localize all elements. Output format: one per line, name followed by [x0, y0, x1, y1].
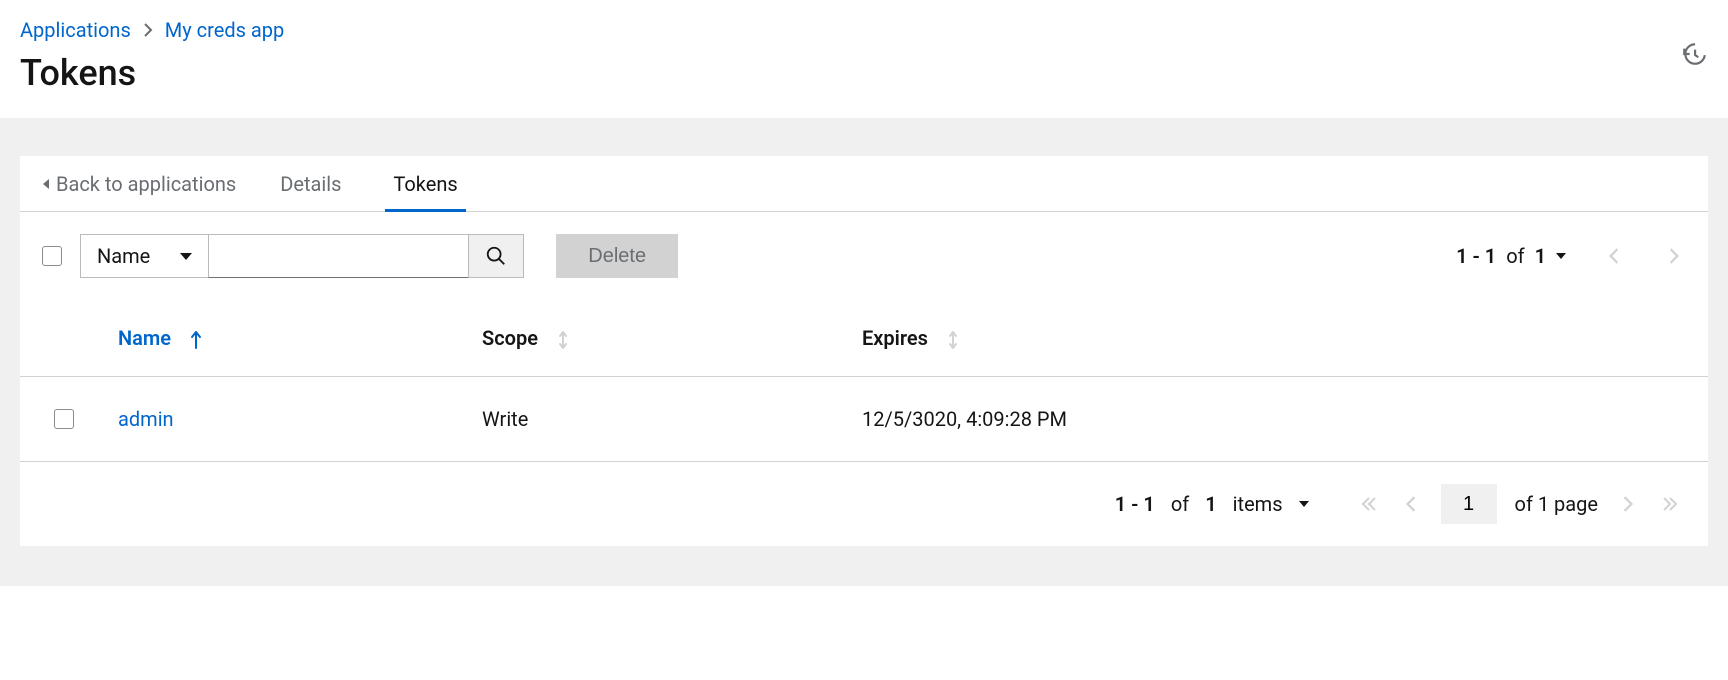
prev-page-button[interactable] [1399, 492, 1423, 516]
panel: Back to applications Details Tokens Name [20, 156, 1708, 546]
page-title: Tokens [20, 52, 1708, 94]
row-scope: Write [470, 377, 850, 462]
back-label: Back to applications [56, 172, 236, 196]
of-pages-label: of 1 page [1515, 492, 1598, 516]
last-page-button[interactable] [1658, 492, 1682, 516]
filter-group: Name [80, 234, 524, 278]
filter-input[interactable] [208, 234, 468, 278]
col-expires[interactable]: Expires [850, 300, 1708, 377]
page-number-input[interactable] [1441, 484, 1497, 524]
sort-icon [557, 330, 569, 350]
col-name-label: Name [118, 326, 171, 350]
breadcrumb-root-link[interactable]: Applications [20, 18, 131, 42]
items-per-page-dropdown[interactable]: 1 - 1 of 1 items [1115, 492, 1309, 516]
history-icon[interactable] [1680, 40, 1708, 68]
filter-attribute-label: Name [97, 244, 150, 268]
caret-down-icon [1299, 501, 1309, 507]
chevron-right-icon [143, 23, 153, 37]
top-pagination-count[interactable]: 1 - 1 of 1 [1456, 244, 1566, 268]
caret-down-icon [180, 253, 192, 260]
table-row: admin Write 12/5/3020, 4:09:28 PM [20, 377, 1708, 462]
first-page-button[interactable] [1357, 492, 1381, 516]
caret-down-icon [1556, 253, 1566, 259]
row-expires: 12/5/3020, 4:09:28 PM [850, 377, 1708, 462]
sort-icon [947, 330, 959, 350]
tab-tokens[interactable]: Tokens [385, 156, 465, 211]
delete-button[interactable]: Delete [556, 234, 678, 278]
sort-asc-icon [190, 330, 202, 350]
row-checkbox[interactable] [54, 409, 74, 429]
bottom-items-word: items [1233, 492, 1283, 516]
top-total: 1 [1535, 244, 1546, 268]
col-scope-label: Scope [482, 326, 538, 350]
col-expires-label: Expires [862, 326, 928, 350]
bottom-pagination: 1 - 1 of 1 items of 1 page [20, 462, 1708, 546]
col-scope[interactable]: Scope [470, 300, 850, 377]
search-icon [485, 245, 507, 267]
bottom-of: of [1171, 492, 1189, 516]
breadcrumb-current-link[interactable]: My creds app [165, 18, 284, 42]
tab-details[interactable]: Details [272, 156, 349, 211]
filter-attribute-dropdown[interactable]: Name [80, 234, 208, 278]
toolbar: Name Delete 1 - 1 of 1 [20, 212, 1708, 300]
breadcrumb: Applications My creds app [20, 18, 1708, 42]
bottom-total: 1 [1205, 492, 1216, 516]
tab-row: Back to applications Details Tokens [20, 156, 1708, 212]
bottom-range: 1 - 1 [1115, 492, 1155, 516]
select-all-checkbox[interactable] [42, 246, 62, 266]
back-to-applications[interactable]: Back to applications [42, 172, 236, 196]
top-next-page[interactable] [1662, 244, 1686, 268]
col-name[interactable]: Name [90, 300, 470, 377]
top-prev-page[interactable] [1602, 244, 1626, 268]
top-range: 1 - 1 [1456, 244, 1496, 268]
caret-left-icon [42, 178, 50, 190]
search-button[interactable] [468, 234, 524, 278]
content-area: Back to applications Details Tokens Name [0, 118, 1728, 586]
tokens-table: Name Scope Expires [20, 300, 1708, 462]
page-header: Applications My creds app Tokens [0, 0, 1728, 118]
col-select [20, 300, 90, 377]
next-page-button[interactable] [1616, 492, 1640, 516]
top-of: of [1506, 244, 1524, 268]
row-name-link[interactable]: admin [118, 407, 174, 431]
